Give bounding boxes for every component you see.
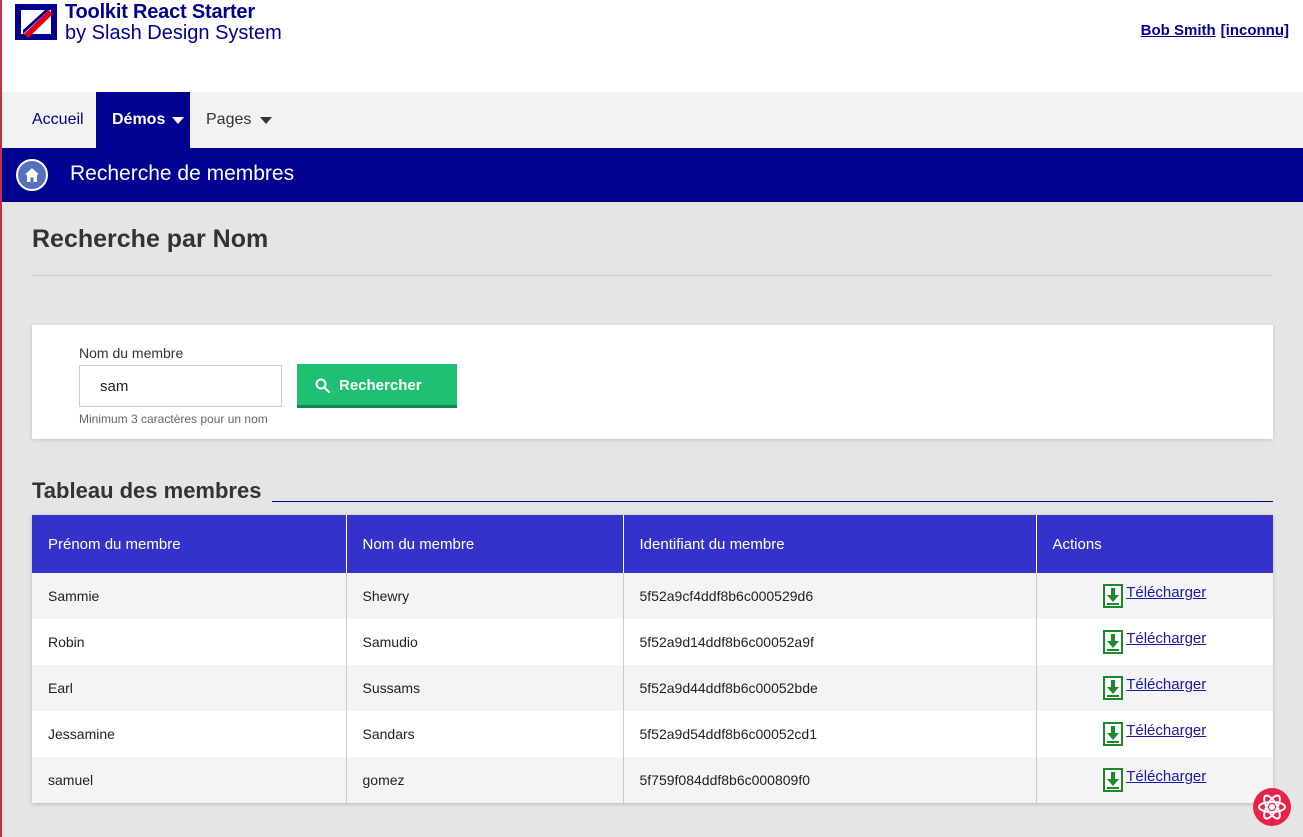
- banner-title: Recherche de membres: [70, 162, 295, 185]
- search-button-label: Rechercher: [339, 377, 422, 394]
- cell-actions: Télécharger: [1035, 711, 1273, 757]
- cell-last-name: Sandars: [345, 711, 623, 757]
- cell-last-name: Samudio: [345, 619, 623, 665]
- column-header-member-id[interactable]: Identifiant du membre: [622, 515, 1036, 573]
- table-row: Robin Samudio 5f52a9d14ddf8b6c00052a9f T…: [32, 619, 1273, 665]
- window-edge: [0, 0, 2, 837]
- search-icon: [315, 378, 330, 393]
- search-button[interactable]: Rechercher: [297, 364, 457, 408]
- cell-last-name: Sussams: [345, 665, 623, 711]
- user-name-link[interactable]: Bob Smith: [1141, 22, 1216, 39]
- table-row: Earl Sussams 5f52a9d44ddf8b6c00052bde Té…: [32, 665, 1273, 711]
- cell-last-name: Shewry: [345, 573, 623, 619]
- react-devtools-icon[interactable]: [1252, 787, 1292, 827]
- cell-member-id: 5f52a9d54ddf8b6c00052cd1: [622, 711, 1036, 757]
- cell-actions: Télécharger: [1035, 665, 1273, 711]
- brand-title: Toolkit React Starter: [65, 1, 255, 23]
- member-name-label: Nom du membre: [79, 345, 184, 361]
- title-underline: [272, 501, 1273, 502]
- cell-actions: Télécharger: [1035, 757, 1273, 803]
- cell-first-name: samuel: [32, 757, 346, 803]
- nav-item-label: Accueil: [32, 111, 84, 128]
- brand-logo: [15, 4, 57, 40]
- column-header-actions: Actions: [1035, 515, 1273, 573]
- download-file-icon[interactable]: [1103, 584, 1124, 608]
- cell-member-id: 5f52a9cf4ddf8b6c000529d6: [622, 573, 1036, 619]
- download-link[interactable]: Télécharger: [1126, 584, 1206, 601]
- caret-down-icon: [172, 117, 184, 124]
- user-info: Bob Smith [inconnu]: [1141, 22, 1289, 39]
- caret-down-icon: [260, 117, 272, 124]
- download-link[interactable]: Télécharger: [1126, 630, 1206, 647]
- column-header-first-name[interactable]: Prénom du membre: [32, 515, 346, 573]
- download-file-icon[interactable]: [1103, 722, 1124, 746]
- cell-last-name: gomez: [345, 757, 623, 803]
- cell-first-name: Jessamine: [32, 711, 346, 757]
- user-role-link[interactable]: [inconnu]: [1221, 22, 1289, 39]
- member-name-hint: Minimum 3 caractères pour un nom: [79, 412, 268, 426]
- nav-item-pages[interactable]: Pages: [190, 92, 280, 148]
- home-button[interactable]: [16, 159, 48, 191]
- table-row: Jessamine Sandars 5f52a9d54ddf8b6c00052c…: [32, 711, 1273, 757]
- cell-actions: Télécharger: [1035, 619, 1273, 665]
- nav-item-demos[interactable]: Démos: [96, 92, 190, 148]
- column-header-last-name[interactable]: Nom du membre: [345, 515, 623, 573]
- cell-first-name: Robin: [32, 619, 346, 665]
- page-title: Recherche par Nom: [32, 225, 269, 253]
- cell-member-id: 5f52a9d44ddf8b6c00052bde: [622, 665, 1036, 711]
- cell-actions: Télécharger: [1035, 573, 1273, 619]
- main-nav: Accueil Démos Pages: [0, 92, 1303, 148]
- nav-item-label: Pages: [206, 111, 252, 128]
- table-row: Sammie Shewry 5f52a9cf4ddf8b6c000529d6 T…: [32, 573, 1273, 619]
- brand-subtitle: by Slash Design System: [65, 22, 282, 44]
- site-header: Toolkit React Starter by Slash Design Sy…: [0, 0, 1303, 92]
- download-link[interactable]: Télécharger: [1126, 722, 1206, 739]
- table-header-row: Prénom du membre Nom du membre Identifia…: [32, 515, 1273, 573]
- table-row: samuel gomez 5f759f084ddf8b6c000809f0 Té…: [32, 757, 1273, 803]
- page-banner: Recherche de membres: [0, 148, 1303, 202]
- search-card: Nom du membre Minimum 3 caractères pour …: [32, 325, 1273, 439]
- cell-member-id: 5f759f084ddf8b6c000809f0: [622, 757, 1036, 803]
- table-title: Tableau des membres: [32, 478, 262, 503]
- download-link[interactable]: Télécharger: [1126, 676, 1206, 693]
- cell-member-id: 5f52a9d14ddf8b6c00052a9f: [622, 619, 1036, 665]
- nav-item-accueil[interactable]: Accueil: [16, 92, 96, 148]
- download-file-icon[interactable]: [1103, 768, 1124, 792]
- download-link[interactable]: Télécharger: [1126, 768, 1206, 785]
- download-file-icon[interactable]: [1103, 630, 1124, 654]
- home-icon: [25, 168, 39, 182]
- divider: [32, 275, 1273, 276]
- cell-first-name: Sammie: [32, 573, 346, 619]
- members-table: Prénom du membre Nom du membre Identifia…: [32, 515, 1273, 803]
- cell-first-name: Earl: [32, 665, 346, 711]
- member-name-input[interactable]: [79, 365, 282, 407]
- download-file-icon[interactable]: [1103, 676, 1124, 700]
- nav-item-label: Démos: [112, 111, 166, 128]
